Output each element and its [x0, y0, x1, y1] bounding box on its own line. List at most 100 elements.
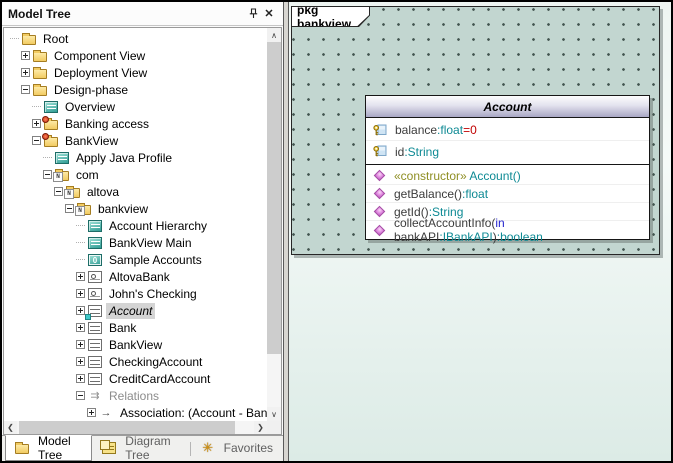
- tree-item-altova[interactable]: altova: [4, 183, 267, 200]
- tree-indent: [43, 153, 55, 162]
- scroll-left-button[interactable]: ❮: [4, 421, 17, 434]
- horizontal-scroll-track[interactable]: [235, 421, 254, 434]
- package-frame-label: pkg bankview: [297, 3, 369, 31]
- java-package-icon: [44, 120, 58, 130]
- class-icon: [88, 373, 102, 385]
- tree-item-bankview[interactable]: bankview: [4, 200, 267, 217]
- tree-item-label: Deployment View: [51, 65, 150, 81]
- scroll-right-button[interactable]: ❯: [254, 421, 267, 434]
- tree-item-bankview-main[interactable]: BankView Main: [4, 234, 267, 251]
- tree-item-overview[interactable]: Overview: [4, 98, 267, 115]
- expand-icon[interactable]: [87, 408, 96, 417]
- operation-row[interactable]: getBalance():float: [366, 185, 649, 203]
- class-icon: [88, 322, 102, 334]
- collapse-icon[interactable]: [32, 136, 41, 145]
- object-diagram-icon: [88, 254, 102, 266]
- namespace-package-icon: [66, 188, 80, 198]
- tree-item-label: Component View: [51, 48, 148, 64]
- tree-item-bankview[interactable]: BankView: [4, 132, 267, 149]
- linked-element-badge: [85, 314, 91, 320]
- tree-item-label: AltovaBank: [106, 269, 173, 285]
- tree-item-label: Relations: [106, 388, 162, 404]
- expand-icon[interactable]: [76, 323, 85, 332]
- tree-indent: [10, 34, 22, 43]
- horizontal-scrollbar[interactable]: ❮ ❯: [4, 421, 267, 434]
- tree-item-label: BankView: [62, 133, 121, 149]
- tab-label: Diagram Tree: [125, 434, 180, 462]
- close-icon[interactable]: ✕: [261, 6, 277, 22]
- vertical-scroll-track[interactable]: [267, 354, 281, 407]
- tree-item-sample-accounts[interactable]: Sample Accounts: [4, 251, 267, 268]
- member-text: collectAccountInfo(in bankAPI:IBankAPI):…: [394, 216, 649, 244]
- tree-item-bank[interactable]: Bank: [4, 319, 267, 336]
- tree-item-john-s-checking[interactable]: John's Checking: [4, 285, 267, 302]
- panel-titlebar[interactable]: Model Tree ✕: [2, 2, 283, 26]
- horizontal-scroll-thumb[interactable]: [19, 421, 235, 434]
- tree-item-deployment-view[interactable]: Deployment View: [4, 64, 267, 81]
- operation-row[interactable]: collectAccountInfo(in bankAPI:IBankAPI):…: [366, 221, 649, 239]
- member-text: id:String: [395, 145, 439, 159]
- expand-icon[interactable]: [76, 340, 85, 349]
- tree-item-label: com: [73, 167, 102, 183]
- operation-diamond-icon: [373, 187, 386, 200]
- attribute-row[interactable]: id:String: [366, 141, 649, 162]
- tree-item-altovabank[interactable]: AltovaBank: [4, 268, 267, 285]
- tree-item-account-hierarchy[interactable]: Account Hierarchy: [4, 217, 267, 234]
- tree-item-label: Association: (Account - Ban: [117, 405, 267, 421]
- namespace-package-icon: [77, 205, 91, 215]
- diagram-canvas[interactable]: pkg bankview Account balance:float=0 id:S…: [288, 2, 671, 461]
- attribute-row[interactable]: balance:float=0: [366, 120, 649, 141]
- expand-icon[interactable]: [76, 357, 85, 366]
- tab-favorites[interactable]: ✳Favorites: [191, 435, 283, 461]
- attributes-compartment: balance:float=0 id:String: [366, 118, 649, 165]
- package-frame-tab[interactable]: pkg bankview: [291, 6, 370, 27]
- tree-item-relations[interactable]: ⇉Relations: [4, 387, 267, 404]
- collapse-icon[interactable]: [54, 187, 63, 196]
- tree-item-label: Overview: [62, 99, 118, 115]
- expand-icon[interactable]: [21, 68, 30, 77]
- tree-item-component-view[interactable]: Component View: [4, 47, 267, 64]
- collapse-icon[interactable]: [43, 170, 52, 179]
- tree-item-root[interactable]: Root: [4, 30, 267, 47]
- tree-item-creditcardaccount[interactable]: CreditCardAccount: [4, 370, 267, 387]
- tree-item-association-account-ban[interactable]: → Association: (Account - Ban: [4, 404, 267, 421]
- expand-icon[interactable]: [76, 289, 85, 298]
- diagram-icon: [44, 101, 58, 113]
- tree-item-design-phase[interactable]: Design-phase: [4, 81, 267, 98]
- operation-row[interactable]: «constructor» Account(): [366, 167, 649, 185]
- expand-icon[interactable]: [76, 272, 85, 281]
- panel-tabbar: Model Tree Diagram Tree ✳Favorites: [2, 435, 283, 461]
- folder-icon: [22, 35, 36, 45]
- collapse-icon[interactable]: [65, 204, 74, 213]
- tree-item-apply-java-profile[interactable]: Apply Java Profile: [4, 149, 267, 166]
- association-icon: →: [99, 407, 113, 419]
- collapse-icon[interactable]: [76, 391, 85, 400]
- scroll-up-button[interactable]: ∧: [267, 28, 281, 42]
- member-text: getBalance():float: [394, 187, 488, 201]
- tree-indent: [76, 238, 88, 247]
- scroll-down-button[interactable]: ∨: [267, 407, 281, 421]
- class-icon: [88, 305, 102, 317]
- tree-item-label: altova: [84, 184, 122, 200]
- diagram-icon: [88, 220, 102, 232]
- tree-item-bankview[interactable]: BankView: [4, 336, 267, 353]
- expand-icon[interactable]: [76, 306, 85, 315]
- expand-icon[interactable]: [21, 51, 30, 60]
- tree-item-label: Apply Java Profile: [73, 150, 175, 166]
- tree-item-checkingaccount[interactable]: CheckingAccount: [4, 353, 267, 370]
- tree-item-account[interactable]: Account: [4, 302, 267, 319]
- class-box-account[interactable]: Account balance:float=0 id:String «constr…: [365, 95, 650, 240]
- pin-icon[interactable]: [245, 6, 261, 22]
- tab-diagram-tree[interactable]: Diagram Tree: [92, 435, 190, 461]
- vertical-scroll-thumb[interactable]: [267, 42, 281, 354]
- expand-icon[interactable]: [76, 374, 85, 383]
- tree-item-label: John's Checking: [106, 286, 200, 302]
- expand-icon[interactable]: [32, 119, 41, 128]
- vertical-scrollbar[interactable]: ∧ ∨: [267, 28, 281, 421]
- class-title[interactable]: Account: [366, 96, 649, 118]
- collapse-icon[interactable]: [21, 85, 30, 94]
- tree-indent: [76, 221, 88, 230]
- tab-model-tree[interactable]: Model Tree: [5, 435, 92, 461]
- tree-item-banking-access[interactable]: Banking access: [4, 115, 267, 132]
- tree-item-com[interactable]: com: [4, 166, 267, 183]
